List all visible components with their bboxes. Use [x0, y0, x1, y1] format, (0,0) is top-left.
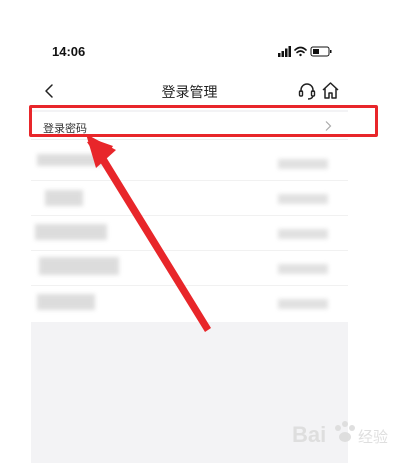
signal-icon — [278, 46, 291, 57]
status-icons — [278, 46, 332, 57]
list-item[interactable] — [31, 251, 348, 286]
settings-list: 登录密码 — [31, 110, 348, 322]
svg-text:Bai: Bai — [292, 422, 326, 447]
home-icon[interactable] — [320, 80, 341, 101]
status-bar: 14:06 — [31, 32, 348, 72]
list-item[interactable] — [31, 181, 348, 216]
battery-icon — [310, 46, 332, 57]
wifi-icon — [294, 46, 307, 57]
phone-screen: 14:06 登录管理 登录密码 — [31, 32, 348, 463]
svg-text:经验: 经验 — [358, 428, 388, 446]
highlight-annotation — [29, 105, 378, 137]
baidu-watermark-logo: Bai 经验 — [292, 421, 388, 447]
list-item[interactable] — [31, 286, 348, 320]
status-time: 14:06 — [52, 44, 86, 59]
headset-icon[interactable] — [297, 81, 317, 101]
blurred-list — [31, 140, 348, 322]
list-item[interactable] — [31, 216, 348, 251]
list-item[interactable] — [31, 146, 348, 181]
